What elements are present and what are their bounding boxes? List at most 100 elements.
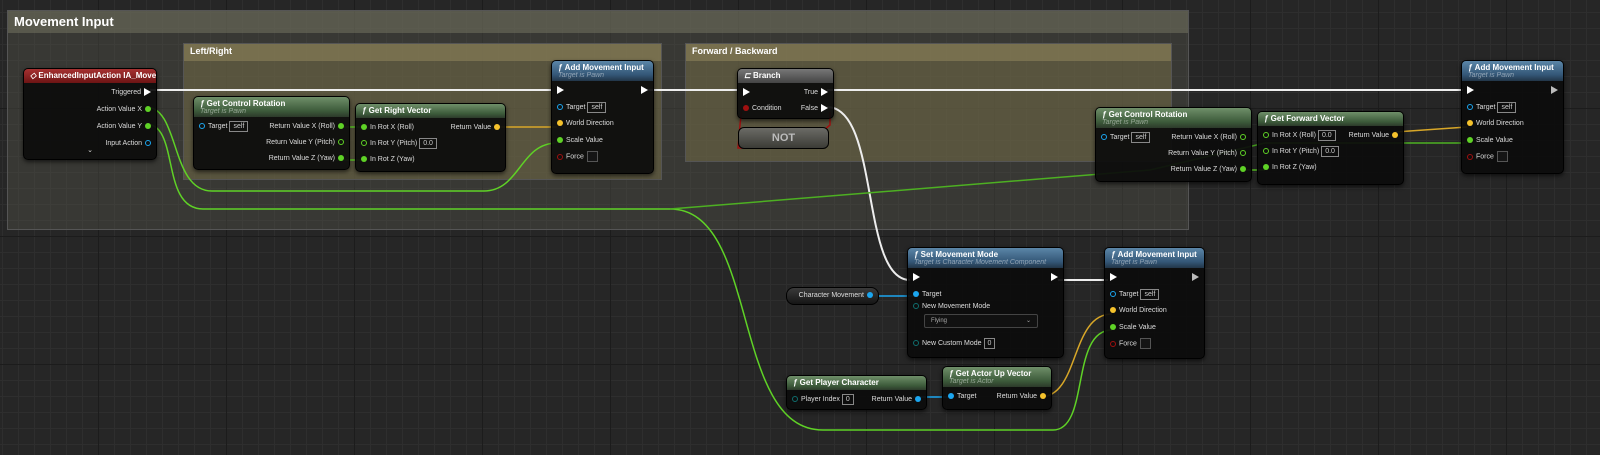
pin-row[interactable]: Condition <box>740 103 782 115</box>
movement-mode-dropdown[interactable]: Flying ⌄ <box>924 314 1038 328</box>
byte-pin[interactable] <box>913 340 919 347</box>
object-pin[interactable] <box>1467 103 1473 110</box>
pin-row[interactable]: Scale Value <box>1464 135 1513 147</box>
node-header[interactable]: ƒ Get Forward Vector <box>1258 112 1403 126</box>
pin-row[interactable]: New Movement Mode <box>910 301 990 313</box>
node-header[interactable]: ƒ Set Movement Mode Target is Character M… <box>908 248 1063 268</box>
pin-row[interactable] <box>740 87 753 99</box>
vector-pin[interactable] <box>1467 120 1473 127</box>
object-pin[interactable] <box>948 393 954 400</box>
default-value-field[interactable]: self <box>1140 288 1160 300</box>
pin-row[interactable] <box>1048 272 1061 284</box>
bool-pin[interactable] <box>743 105 749 112</box>
pin-row[interactable]: In Rot Z (Yaw) <box>1260 162 1317 174</box>
pin-row[interactable]: Scale Value <box>554 135 603 147</box>
exec-pin[interactable] <box>821 88 828 97</box>
vector-pin[interactable] <box>1110 307 1116 314</box>
pin-row[interactable]: Target self <box>1464 101 1517 114</box>
node-branch[interactable]: ⊏ Branch True Condition False <box>737 68 834 119</box>
pin-row[interactable]: World Direction <box>1107 305 1167 317</box>
node-header[interactable]: ◇ EnhancedInputAction IA_Move <box>24 69 156 83</box>
exec-pin[interactable] <box>1192 273 1199 282</box>
pin-row[interactable]: Return Value Y (Pitch) <box>266 137 347 149</box>
exec-pin[interactable] <box>1110 273 1117 282</box>
pin-row[interactable]: Action Value X <box>97 104 154 116</box>
exec-pin[interactable] <box>743 88 750 97</box>
pin-row[interactable]: In Rot X (Roll) 0.0 <box>1260 130 1336 142</box>
default-value-field[interactable]: 0.0 <box>1317 130 1336 141</box>
float-pin[interactable] <box>338 123 344 130</box>
pin-row[interactable]: Target self <box>554 101 607 114</box>
default-value-field[interactable]: 0 <box>841 394 854 405</box>
exec-pin[interactable] <box>144 88 151 97</box>
node-get-actor-up-vector[interactable]: ƒ Get Actor Up Vector Target is Actor Targ… <box>942 366 1052 410</box>
pin-row[interactable]: Return Value X (Roll) <box>269 121 347 133</box>
not-node[interactable]: NOT <box>738 127 829 149</box>
node-header[interactable]: ƒ Add Movement Input Target is Pawn <box>1105 248 1204 268</box>
pin-row[interactable]: Target self <box>1107 288 1160 301</box>
node-add-movement-input[interactable]: ƒ Add Movement Input Target is Pawn Target… <box>1461 60 1564 174</box>
default-value-field[interactable]: 0 <box>983 338 996 349</box>
force-checkbox[interactable] <box>586 151 598 162</box>
pin-row[interactable]: Player Index 0 <box>789 394 854 406</box>
force-checkbox[interactable] <box>1496 151 1508 162</box>
object-pin[interactable] <box>557 103 563 110</box>
node-enhancedinputaction-ia-move[interactable]: ◇ EnhancedInputAction IA_Move Triggered Ac… <box>23 68 157 160</box>
float-pin[interactable] <box>338 139 344 146</box>
byte-pin[interactable] <box>792 396 798 403</box>
node-add-movement-input[interactable]: ƒ Add Movement Input Target is Pawn Target… <box>551 60 654 174</box>
pin-row[interactable] <box>1189 272 1202 284</box>
exec-pin[interactable] <box>913 273 920 282</box>
object-pin[interactable] <box>915 396 921 403</box>
float-pin[interactable] <box>338 155 344 162</box>
node-get-right-vector[interactable]: ƒ Get Right Vector In Rot X (Roll) Return … <box>355 103 506 172</box>
pin-row[interactable]: World Direction <box>554 118 614 130</box>
pin-row[interactable]: World Direction <box>1464 118 1524 130</box>
float-pin[interactable] <box>1240 150 1246 157</box>
node-header[interactable]: ƒ Get Control Rotation Target is Pawn <box>194 97 349 117</box>
float-pin[interactable] <box>1263 164 1269 171</box>
pin-row[interactable]: Return Value <box>1349 130 1401 142</box>
pin-row[interactable] <box>910 272 923 284</box>
node-get-control-rotation[interactable]: ƒ Get Control Rotation Target is Pawn Targ… <box>193 96 350 170</box>
pin-row[interactable]: Force <box>1107 338 1151 350</box>
pin-row[interactable]: Target <box>910 289 941 301</box>
pin-row[interactable]: New Custom Mode 0 <box>910 338 996 350</box>
default-value-field[interactable]: self <box>229 121 249 132</box>
pin-row[interactable]: Target <box>945 391 976 403</box>
exec-pin[interactable] <box>1551 86 1558 95</box>
expand-arrow-icon[interactable]: ⌄ <box>24 145 156 157</box>
pin-row[interactable]: Return Value <box>872 394 924 406</box>
float-pin[interactable] <box>1240 166 1246 173</box>
default-value-field[interactable]: self <box>1131 132 1151 143</box>
bool-pin[interactable] <box>1110 340 1116 347</box>
object-pin[interactable] <box>199 123 205 130</box>
pin-row[interactable]: Target self <box>196 121 249 133</box>
pin-row[interactable] <box>1107 272 1120 284</box>
float-pin[interactable] <box>1467 136 1473 143</box>
bool-pin[interactable] <box>557 153 563 160</box>
node-set-movement-mode[interactable]: ƒ Set Movement Mode Target is Character M… <box>907 247 1064 358</box>
pin-row[interactable]: True <box>804 87 831 99</box>
float-pin[interactable] <box>557 136 563 143</box>
object-pin[interactable] <box>913 290 919 297</box>
pin-row[interactable]: Force <box>554 151 598 163</box>
vector-pin[interactable] <box>1392 132 1398 139</box>
pin-row[interactable]: In Rot Y (Pitch) 0.0 <box>358 138 437 150</box>
float-pin[interactable] <box>1263 148 1269 155</box>
pin-row[interactable]: Return Value <box>451 122 503 134</box>
pin-row[interactable] <box>1548 85 1561 97</box>
pin-row[interactable]: In Rot Z (Yaw) <box>358 154 415 166</box>
object-pin[interactable] <box>1101 134 1107 141</box>
pin-row[interactable]: Return Value X (Roll) <box>1171 132 1249 144</box>
pin-row[interactable] <box>638 85 651 97</box>
float-pin[interactable] <box>145 106 151 113</box>
pin-row[interactable]: Triggered <box>111 87 154 99</box>
pin-row[interactable]: In Rot X (Roll) <box>358 122 414 134</box>
pin-row[interactable]: Return Value Y (Pitch) <box>1168 148 1249 160</box>
node-get-control-rotation[interactable]: ƒ Get Control Rotation Target is Pawn Targ… <box>1095 107 1252 182</box>
exec-pin[interactable] <box>557 86 564 95</box>
node-header[interactable]: ƒ Get Actor Up Vector Target is Actor <box>943 367 1051 387</box>
node-header[interactable]: ⊏ Branch <box>738 69 833 83</box>
default-value-field[interactable]: self <box>1497 101 1517 113</box>
